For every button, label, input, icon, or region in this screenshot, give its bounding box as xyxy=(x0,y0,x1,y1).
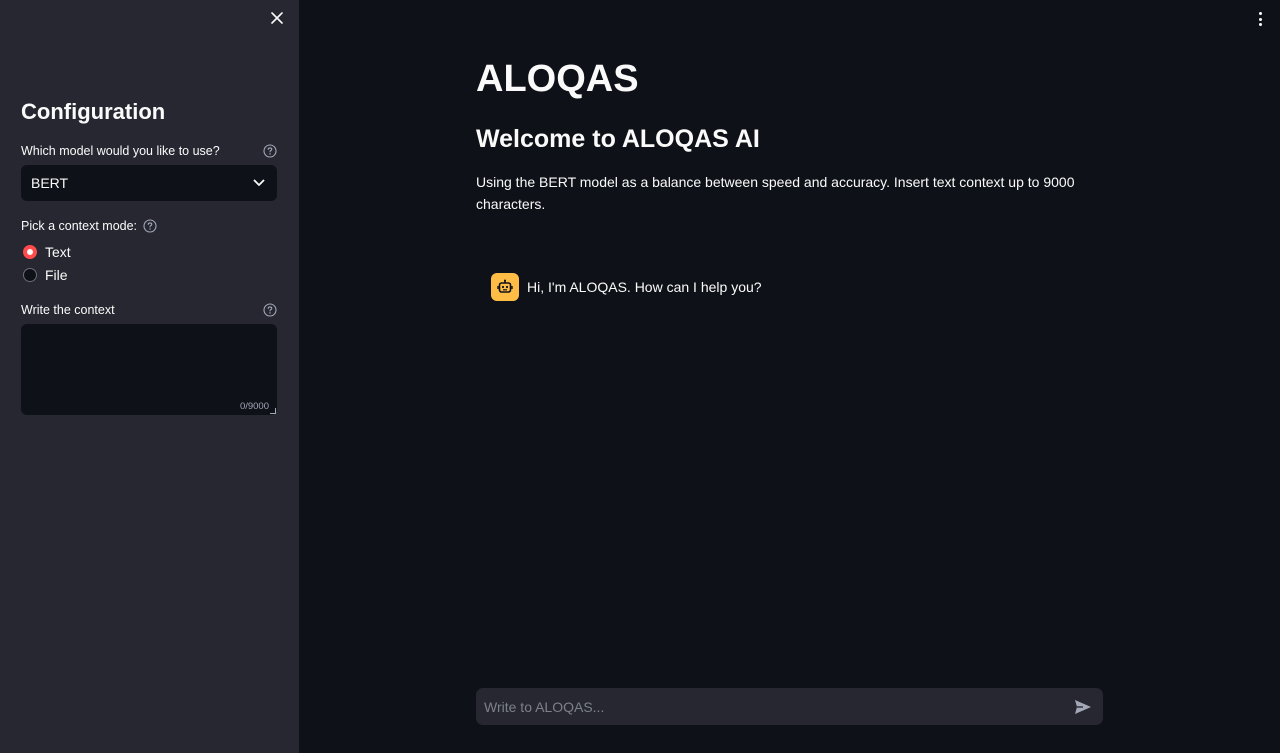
model-label-row: Which model would you like to use? xyxy=(21,142,277,160)
context-label-row: Write the context xyxy=(21,301,277,319)
context-textarea[interactable] xyxy=(21,324,277,415)
sidebar-title: Configuration xyxy=(21,99,166,124)
close-icon xyxy=(271,12,283,24)
radio-button-unchecked[interactable] xyxy=(23,268,37,282)
radio-label-file: File xyxy=(45,267,68,283)
page-description: Using the BERT model as a balance betwee… xyxy=(476,174,1075,212)
radio-label-text: Text xyxy=(45,244,71,260)
sidebar: Configuration Which model would you like… xyxy=(0,0,299,753)
chevron-down-icon xyxy=(253,179,265,186)
model-select[interactable]: BERT xyxy=(21,165,277,201)
close-sidebar-button[interactable] xyxy=(266,7,288,29)
chat-input-container xyxy=(476,688,1103,725)
help-circle-icon[interactable] xyxy=(143,219,157,233)
app-window: Configuration Which model would you like… xyxy=(0,0,1280,753)
menu-dot xyxy=(1258,23,1262,26)
context-label: Write the context xyxy=(21,303,115,317)
resize-handle[interactable] xyxy=(270,408,276,414)
char-counter: 0/9000 xyxy=(239,401,269,412)
chat-message-text: Hi, I'm ALOQAS. How can I help you? xyxy=(527,279,762,295)
model-label: Which model would you like to use? xyxy=(21,144,220,158)
send-icon xyxy=(1075,699,1091,714)
radio-option-file[interactable]: File xyxy=(23,266,68,284)
assistant-avatar xyxy=(491,273,519,301)
help-circle-icon[interactable] xyxy=(263,303,277,317)
main-menu-button[interactable] xyxy=(1252,9,1268,29)
chat-input[interactable] xyxy=(484,698,1071,715)
mode-label-row: Pick a context mode: xyxy=(21,217,277,235)
help-circle-icon[interactable] xyxy=(263,144,277,158)
model-select-value: BERT xyxy=(31,175,69,191)
send-button[interactable] xyxy=(1071,695,1095,719)
chat-message-assistant: Hi, I'm ALOQAS. How can I help you? xyxy=(491,273,762,301)
page-title: ALOQAS xyxy=(476,58,639,100)
radio-option-text[interactable]: Text xyxy=(23,243,71,261)
radio-button-checked[interactable] xyxy=(23,245,37,259)
page-subtitle: Welcome to ALOQAS AI xyxy=(476,125,760,153)
mode-label: Pick a context mode: xyxy=(21,219,138,233)
vertical-dots-icon xyxy=(1258,12,1262,15)
menu-dot xyxy=(1258,17,1262,21)
robot-icon xyxy=(497,279,513,293)
context-textarea-container: 0/9000 xyxy=(21,324,277,415)
